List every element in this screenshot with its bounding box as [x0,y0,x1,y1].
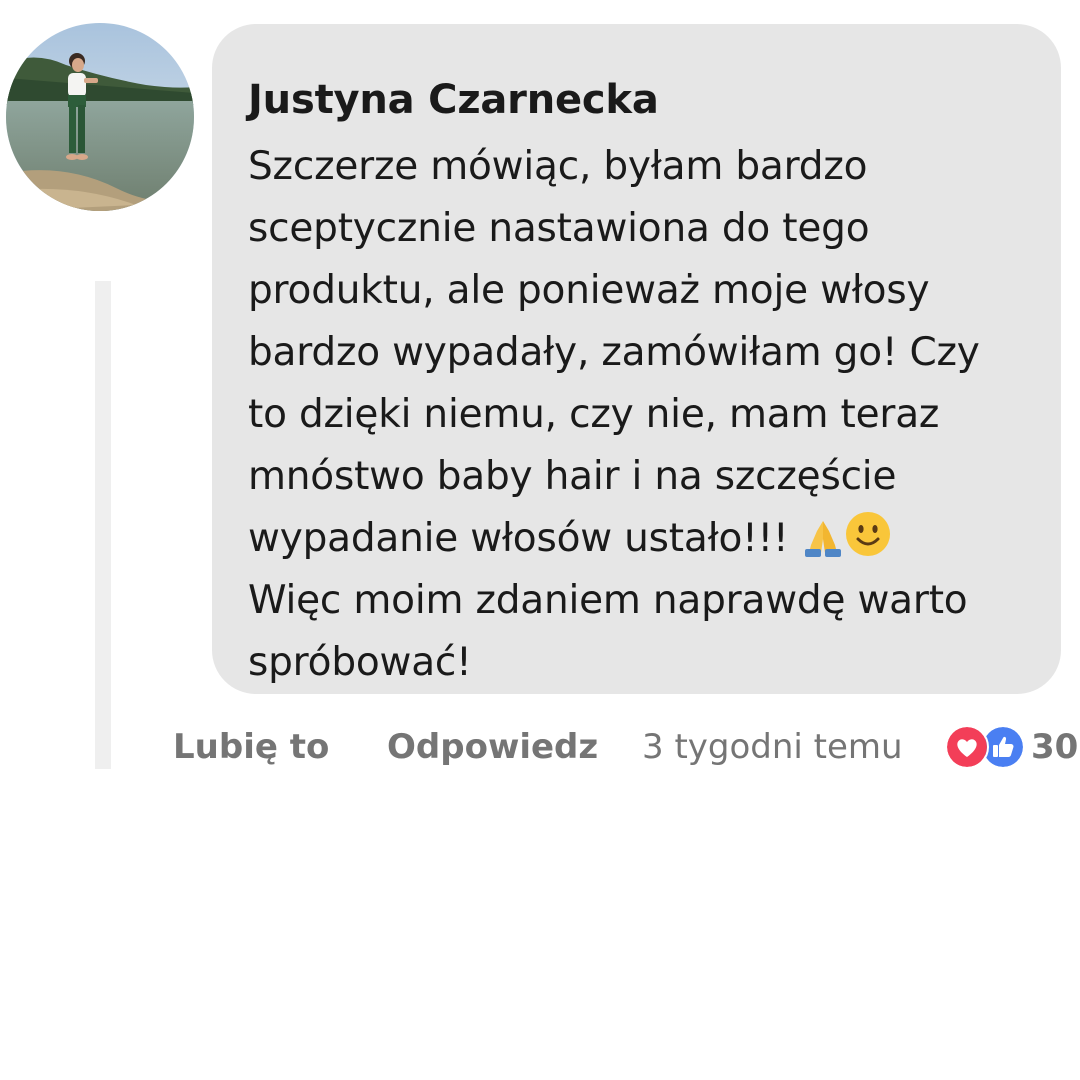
comment-bubble: Justyna Czarnecka Szczerze mówiąc, byłam… [212,24,1061,694]
comment-actions: Lubię to Odpowiedz 3 tygodni temu 30 [0,725,1080,769]
comment-line: spróbować! [248,640,472,685]
comment-line: Szczerze mówiąc, byłam bardzo [248,144,868,189]
avatar[interactable] [6,23,194,211]
reply-button[interactable]: Odpowiedz [387,725,598,769]
comment-line: sceptycznie nastawiona do tego [248,206,870,251]
folded-hands-icon [801,517,845,557]
reaction-count: 30 [1031,727,1079,767]
comment-line-with-emoji: wypadanie włosów ustało!!! [248,508,1041,570]
comment-line: to dzięki niemu, czy nie, mam teraz [248,392,940,437]
comment-line: Więc moim zdaniem naprawdę warto [248,578,968,623]
comment-line: wypadanie włosów ustało!!! [248,516,789,561]
comment-line: mnóstwo baby hair i na szczęście [248,454,897,499]
heart-icon [945,725,989,769]
avatar-photo [6,23,194,211]
comment-line: bardzo wypadały, zamówiłam go! Czy [248,330,980,375]
like-button[interactable]: Lubię to [173,725,329,769]
comment-timestamp[interactable]: 3 tygodni temu [642,725,903,769]
slightly-smiling-face-icon [845,511,891,557]
comment-text: Szczerze mówiąc, byłam bardzo sceptyczni… [248,136,1041,694]
comment-author[interactable]: Justyna Czarnecka [248,80,1041,120]
comment-line: produktu, ale ponieważ moje włosy [248,268,930,313]
thread-line [95,281,111,769]
